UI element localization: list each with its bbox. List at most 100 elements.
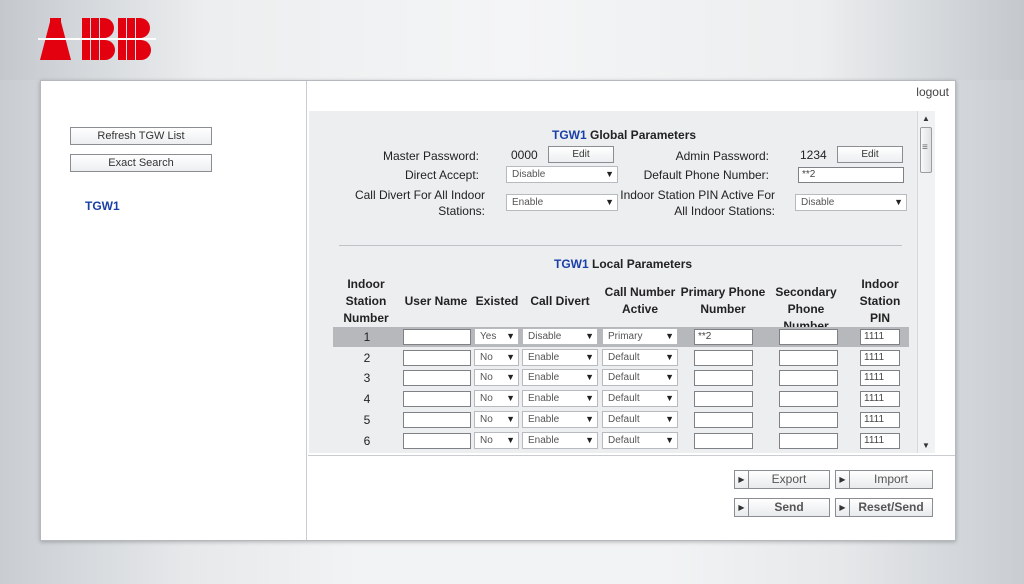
station-number: 3 (363, 371, 371, 385)
user-name-input[interactable] (403, 350, 471, 366)
pin-active-all-select[interactable]: Disable ▼ (795, 194, 907, 211)
col-header-primary-phone: Primary Phone Number (680, 285, 766, 316)
secondary-phone-input[interactable] (779, 370, 838, 386)
dropdown-arrow-icon: ▼ (585, 414, 594, 424)
call-divert-select[interactable]: Disable ▼ (522, 328, 598, 345)
existed-select[interactable]: No ▼ (474, 411, 519, 428)
scroll-up-icon[interactable]: ▲ (922, 114, 930, 123)
dropdown-arrow-icon: ▼ (665, 435, 674, 445)
call-number-active-select[interactable]: Default ▼ (602, 369, 678, 386)
secondary-phone-input[interactable] (779, 350, 838, 366)
station-number: 4 (363, 392, 371, 406)
import-button[interactable]: ▶ Import (835, 470, 933, 489)
secondary-phone-input[interactable] (779, 433, 838, 449)
col-header-existed: Existed (475, 294, 519, 308)
vertical-scrollbar[interactable]: ▲ ▼ (917, 111, 935, 453)
primary-phone-input[interactable]: **2 (694, 329, 753, 345)
existed-select[interactable]: Yes ▼ (474, 328, 519, 345)
sidebar-item-tgw1[interactable]: TGW1 (85, 199, 120, 213)
dropdown-arrow-icon: ▼ (506, 393, 515, 403)
user-name-input[interactable] (403, 412, 471, 428)
edit-master-password-button[interactable]: Edit (548, 146, 614, 163)
exact-search-button[interactable]: Exact Search (70, 154, 212, 172)
dropdown-arrow-icon: ▼ (665, 352, 674, 362)
station-number: 1 (363, 330, 371, 344)
logout-link[interactable]: logout (916, 85, 949, 99)
primary-phone-input[interactable] (694, 433, 753, 449)
station-pin-input[interactable]: 1111 (860, 350, 900, 366)
user-name-input[interactable] (403, 329, 471, 345)
call-number-active-select[interactable]: Primary ▼ (602, 328, 678, 345)
station-pin-input[interactable]: 1111 (860, 433, 900, 449)
call-number-active-select[interactable]: Default ▼ (602, 349, 678, 366)
parameters-panel: TGW1 Global Parameters Master Password: … (309, 111, 917, 453)
station-number: 5 (363, 413, 371, 427)
master-password-label: Master Password: (382, 149, 479, 163)
call-divert-select[interactable]: Enable ▼ (522, 411, 598, 428)
call-divert-all-select[interactable]: Enable ▼ (506, 194, 618, 211)
call-number-active-select[interactable]: Default ▼ (602, 411, 678, 428)
call-divert-all-label: Call Divert For All Indoor Stations: (354, 188, 485, 218)
dropdown-arrow-icon: ▼ (665, 414, 674, 424)
secondary-phone-input[interactable] (779, 391, 838, 407)
station-pin-input[interactable]: 1111 (860, 329, 900, 345)
call-divert-select[interactable]: Enable ▼ (522, 390, 598, 407)
dropdown-arrow-icon: ▼ (605, 169, 614, 179)
reset-send-button[interactable]: ▶ Reset/Send (835, 498, 933, 517)
dropdown-arrow-icon: ▼ (665, 393, 674, 403)
station-number: 2 (363, 351, 371, 365)
scroll-thumb[interactable] (920, 127, 932, 173)
default-phone-number-label: Default Phone Number: (643, 168, 769, 182)
col-header-call-divert: Call Divert (530, 294, 590, 308)
section-divider (339, 245, 902, 246)
station-pin-input[interactable]: 1111 (860, 370, 900, 386)
existed-select[interactable]: No ▼ (474, 390, 519, 407)
dropdown-arrow-icon: ▼ (506, 352, 515, 362)
call-number-active-select[interactable]: Default ▼ (602, 432, 678, 449)
col-header-user-name: User Name (404, 294, 468, 308)
existed-select[interactable]: No ▼ (474, 369, 519, 386)
existed-select[interactable]: No ▼ (474, 349, 519, 366)
col-header-station-pin: Indoor Station PIN (859, 277, 901, 325)
call-divert-select[interactable]: Enable ▼ (522, 369, 598, 386)
pin-active-all-label: Indoor Station PIN Active For All Indoor … (620, 188, 775, 218)
call-divert-select[interactable]: Enable ▼ (522, 349, 598, 366)
dropdown-arrow-icon: ▼ (585, 393, 594, 403)
scroll-down-icon[interactable]: ▼ (922, 441, 930, 450)
refresh-tgw-list-button[interactable]: Refresh TGW List (70, 127, 212, 145)
direct-accept-label: Direct Accept: (404, 168, 479, 182)
secondary-phone-input[interactable] (779, 329, 838, 345)
station-number: 6 (363, 434, 371, 448)
default-phone-number-input[interactable]: **2 (798, 167, 904, 183)
user-name-input[interactable] (403, 433, 471, 449)
dropdown-arrow-icon: ▼ (506, 435, 515, 445)
call-number-active-select[interactable]: Default ▼ (602, 390, 678, 407)
call-divert-select[interactable]: Enable ▼ (522, 432, 598, 449)
primary-phone-input[interactable] (694, 370, 753, 386)
sidebar: Refresh TGW List Exact Search TGW1 (41, 81, 307, 540)
action-bar: ▶ Export ▶ Import ▶ Send ▶ Reset/Send (308, 455, 955, 540)
send-button[interactable]: ▶ Send (734, 498, 830, 517)
primary-phone-input[interactable] (694, 350, 753, 366)
abb-logo (38, 14, 156, 64)
dropdown-arrow-icon: ▼ (506, 372, 515, 382)
col-header-call-number-active: Call Number Active (604, 285, 676, 316)
main-frame: Refresh TGW List Exact Search TGW1 logou… (40, 80, 956, 541)
dropdown-arrow-icon: ▼ (665, 372, 674, 382)
primary-phone-input[interactable] (694, 412, 753, 428)
top-bar: logout (308, 81, 955, 109)
export-button[interactable]: ▶ Export (734, 470, 830, 489)
station-pin-input[interactable]: 1111 (860, 391, 900, 407)
station-pin-input[interactable]: 1111 (860, 412, 900, 428)
dropdown-arrow-icon: ▼ (585, 352, 594, 362)
direct-accept-select[interactable]: Disable ▼ (506, 166, 618, 183)
user-name-input[interactable] (403, 391, 471, 407)
admin-password-label: Admin Password: (675, 149, 769, 163)
primary-phone-input[interactable] (694, 391, 753, 407)
existed-select[interactable]: No ▼ (474, 432, 519, 449)
secondary-phone-input[interactable] (779, 412, 838, 428)
edit-admin-password-button[interactable]: Edit (837, 146, 903, 163)
play-triangle-icon: ▶ (836, 471, 850, 488)
user-name-input[interactable] (403, 370, 471, 386)
dropdown-arrow-icon: ▼ (506, 414, 515, 424)
